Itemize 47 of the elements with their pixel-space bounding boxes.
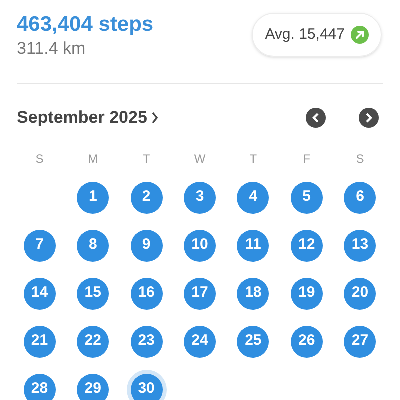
calendar-day[interactable]: 19 [290,278,323,310]
calendar-day[interactable]: 16 [130,278,163,310]
calendar-day[interactable]: 22 [77,326,110,358]
calendar-day[interactable]: 18 [237,278,270,310]
previous-month-button[interactable] [306,108,326,128]
calendar-day[interactable]: 11 [237,230,270,262]
calendar-day[interactable]: 13 [344,230,376,262]
calendar-day[interactable]: 9 [130,230,163,262]
calendar-day[interactable]: 23 [130,326,163,358]
calendar-day[interactable]: 27 [344,326,376,358]
calendar-day[interactable]: 3 [184,182,216,214]
weekday-label: S [356,150,364,168]
calendar-day[interactable]: 26 [290,326,323,358]
calendar-day[interactable]: 7 [24,230,56,262]
calendar-day[interactable]: 28 [24,374,56,400]
calendar-day[interactable]: 15 [77,278,110,310]
steps-total: 463,404 steps [17,12,154,38]
calendar-day[interactable]: 30 [130,374,163,400]
weekday-label: S [36,150,44,168]
calendar-day[interactable]: 12 [290,230,323,262]
calendar-day[interactable]: 4 [237,182,270,214]
calendar-day[interactable]: 14 [24,278,56,310]
calendar-day[interactable]: 6 [344,182,376,214]
calendar-day[interactable]: 20 [344,278,376,310]
calendar-day[interactable]: 17 [184,278,216,310]
calendar-day[interactable]: 24 [184,326,216,358]
trend-up-icon [351,26,369,44]
calendar-day[interactable]: 5 [290,182,323,214]
weekday-label: W [194,150,206,168]
calendar-day[interactable]: 1 [77,182,110,214]
weekday-label: T [250,150,258,168]
chevron-right-icon [365,112,373,123]
weekday-label: M [88,150,98,168]
average-badge: Avg. 15,447 [252,13,382,57]
chevron-left-icon [312,112,320,123]
calendar-day[interactable]: 29 [77,374,110,400]
month-title[interactable]: September 2025 [17,105,160,130]
weekday-label: F [303,150,311,168]
calendar-day[interactable]: 8 [77,230,110,262]
calendar-day[interactable]: 25 [237,326,270,358]
calendar-day[interactable]: 10 [184,230,216,262]
distance-total: 311.4 km [17,38,87,60]
calendar-day[interactable]: 2 [130,182,163,214]
calendar-day[interactable]: 21 [24,326,56,358]
chevron-right-icon [151,112,160,124]
weekday-label: T [142,150,150,168]
next-month-button[interactable] [359,108,379,128]
